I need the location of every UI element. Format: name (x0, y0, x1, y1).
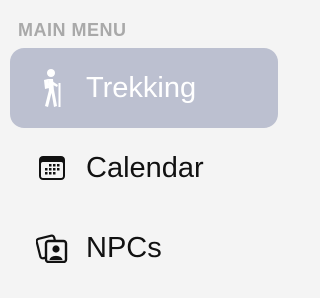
calendar-icon (32, 148, 72, 188)
hiking-person-icon (32, 68, 72, 108)
people-portraits-icon (32, 228, 72, 268)
section-title: MAIN MENU (18, 20, 127, 40)
sidebar-item-trekking[interactable]: Trekking (10, 48, 278, 128)
sidebar-item-npcs[interactable]: NPCs (10, 208, 278, 288)
sidebar-item-calendar[interactable]: Calendar (10, 128, 278, 208)
sidebar: MAIN MENU Trekking Calendar NPCs (0, 0, 290, 298)
sidebar-item-label: NPCs (86, 232, 162, 264)
sidebar-item-label: Calendar (86, 152, 204, 184)
sidebar-item-label: Trekking (86, 72, 197, 104)
